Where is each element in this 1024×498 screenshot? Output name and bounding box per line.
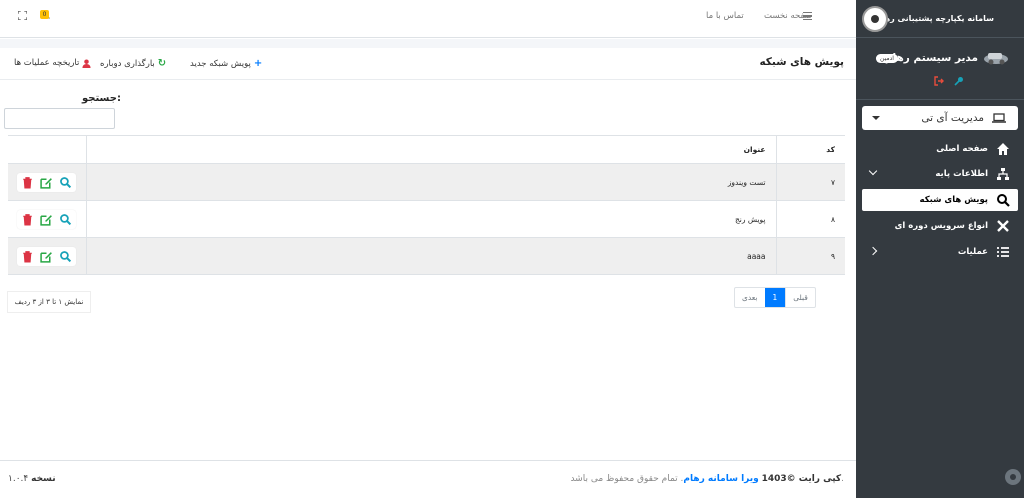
table-info: نمایش ۱ تا ۳ از ۳ ردیف [7, 291, 91, 313]
home-icon [997, 143, 1009, 155]
new-scan-label: پویش شبکه جدید [190, 58, 251, 69]
search-icon[interactable] [59, 250, 72, 263]
sidebar-item-operations[interactable]: عملیات [856, 241, 1024, 263]
fullscreen-icon[interactable] [18, 11, 27, 20]
row-actions [8, 237, 87, 275]
caret-down-icon [872, 116, 880, 120]
logo-icon [862, 6, 888, 32]
sidebar: سامانه یکپارچه پشتیبانی رهام مدیر سیستم … [856, 0, 1024, 498]
app-title: سامانه یکپارچه پشتیبانی رهام [875, 14, 994, 23]
footer: کپی رایت ©1403 ویرا سامانه رهام. تمام حق… [0, 460, 856, 498]
sidebar-item-label: صفحه اصلی [936, 144, 988, 154]
row-code: ۷ [775, 163, 845, 201]
row-title: تست ویندوز [86, 163, 776, 201]
copyright-prefix: کپی رایت ©1403 [761, 474, 842, 484]
search-icon[interactable] [59, 213, 72, 226]
search-icon[interactable] [59, 176, 72, 189]
version-label: نسخه [31, 474, 56, 484]
chevron-left-icon [868, 246, 878, 256]
plus-icon: + [253, 58, 263, 69]
reload-button[interactable]: بارگذاری دوباره ↻ [100, 58, 166, 69]
logout-icon[interactable] [934, 76, 944, 86]
copyright: کپی رایت ©1403 ویرا سامانه رهام. تمام حق… [570, 474, 844, 484]
laptop-icon [992, 113, 1006, 123]
pagination-next[interactable]: بعدی [735, 288, 765, 307]
delete-icon[interactable] [21, 176, 34, 189]
history-button[interactable]: تاریخچه عملیات ها [14, 58, 91, 68]
user-icon [82, 58, 91, 68]
version-number: ۱.۰.۴ [8, 474, 29, 484]
sidebar-item-label: پویش های شبکه [919, 195, 988, 205]
new-scan-button[interactable]: پویش شبکه جدید + [190, 58, 262, 69]
sidebar-item-home[interactable]: صفحه اصلی [856, 138, 1024, 160]
table-header-row: عنوان کد [8, 135, 845, 164]
scan-table: عنوان کد تست ویندوز ۷ پویش رنج ۸ aaaa ۹ [8, 135, 845, 275]
refresh-icon: ↻ [157, 58, 167, 69]
version-info: ۱.۰.۴ نسخه [8, 474, 56, 484]
search-input[interactable] [4, 108, 115, 129]
edit-icon[interactable] [40, 250, 53, 263]
sidebar-item-network-scan[interactable]: پویش های شبکه [862, 189, 1018, 211]
row-code: ۹ [775, 237, 845, 275]
department-label: مدیریت آی تی [921, 112, 984, 124]
user-name[interactable]: مدیر سیستم رهام [885, 52, 978, 64]
key-icon[interactable] [954, 76, 964, 86]
notification-badge: 0 [40, 10, 49, 19]
search-icon [997, 194, 1010, 207]
header-actions [8, 135, 87, 164]
row-actions [8, 163, 87, 201]
sidebar-item-base-info[interactable]: اطلاعات پایه [856, 163, 1024, 185]
top-navbar: صفحه نخست تماس با ما 0 [0, 0, 856, 38]
header-title[interactable]: عنوان [86, 135, 776, 164]
history-label: تاریخچه عملیات ها [14, 58, 80, 68]
brand[interactable]: سامانه یکپارچه پشتیبانی رهام [856, 0, 1024, 38]
content-wrapper: پویش های شبکه پویش شبکه جدید + بارگذاری … [0, 39, 856, 460]
role-badge: ادمین [876, 54, 898, 63]
delete-icon[interactable] [21, 213, 34, 226]
reload-label: بارگذاری دوباره [100, 58, 155, 69]
row-title: aaaa [86, 237, 776, 275]
list-icon [997, 247, 1009, 257]
table-row: تست ویندوز ۷ [8, 163, 845, 201]
pagination-prev[interactable]: قبلی [785, 288, 815, 307]
nav-home-link[interactable]: صفحه نخست [764, 11, 812, 21]
pagination-page-1[interactable]: 1 [764, 288, 786, 307]
table-row: aaaa ۹ [8, 237, 845, 275]
delete-icon[interactable] [21, 250, 34, 263]
edit-icon[interactable] [40, 213, 53, 226]
sidebar-item-label: اطلاعات پایه [935, 169, 988, 179]
sidebar-item-label: انواع سرویس دوره ای [894, 221, 988, 231]
pagination: بعدی 1 قبلی [734, 287, 816, 308]
tools-icon [997, 220, 1009, 232]
chevron-down-icon [868, 166, 878, 176]
sitemap-icon [997, 168, 1009, 180]
scan-card: پویش های شبکه پویش شبکه جدید + بارگذاری … [0, 48, 856, 460]
page-title: پویش های شبکه [759, 56, 844, 68]
row-code: ۸ [775, 200, 845, 238]
sidebar-item-periodic-services[interactable]: انواع سرویس دوره ای [856, 215, 1024, 237]
user-panel: مدیر سیستم رهام ادمین [856, 38, 1024, 100]
avatar[interactable] [982, 50, 1010, 66]
row-actions [8, 200, 87, 238]
search-label: جستجو: [82, 93, 121, 104]
header-code[interactable]: کد [775, 135, 845, 164]
sidebar-item-label: عملیات [957, 247, 988, 257]
company-link[interactable]: ویرا سامانه رهام [683, 474, 758, 484]
nav-contact-link[interactable]: تماس با ما [706, 11, 744, 21]
card-header: پویش های شبکه پویش شبکه جدید + بارگذاری … [0, 48, 856, 80]
edit-icon[interactable] [40, 176, 53, 189]
department-select[interactable]: مدیریت آی تی [862, 106, 1018, 130]
row-title: پویش رنج [86, 200, 776, 238]
gear-icon[interactable] [1004, 468, 1022, 486]
table-row: پویش رنج ۸ [8, 200, 845, 238]
